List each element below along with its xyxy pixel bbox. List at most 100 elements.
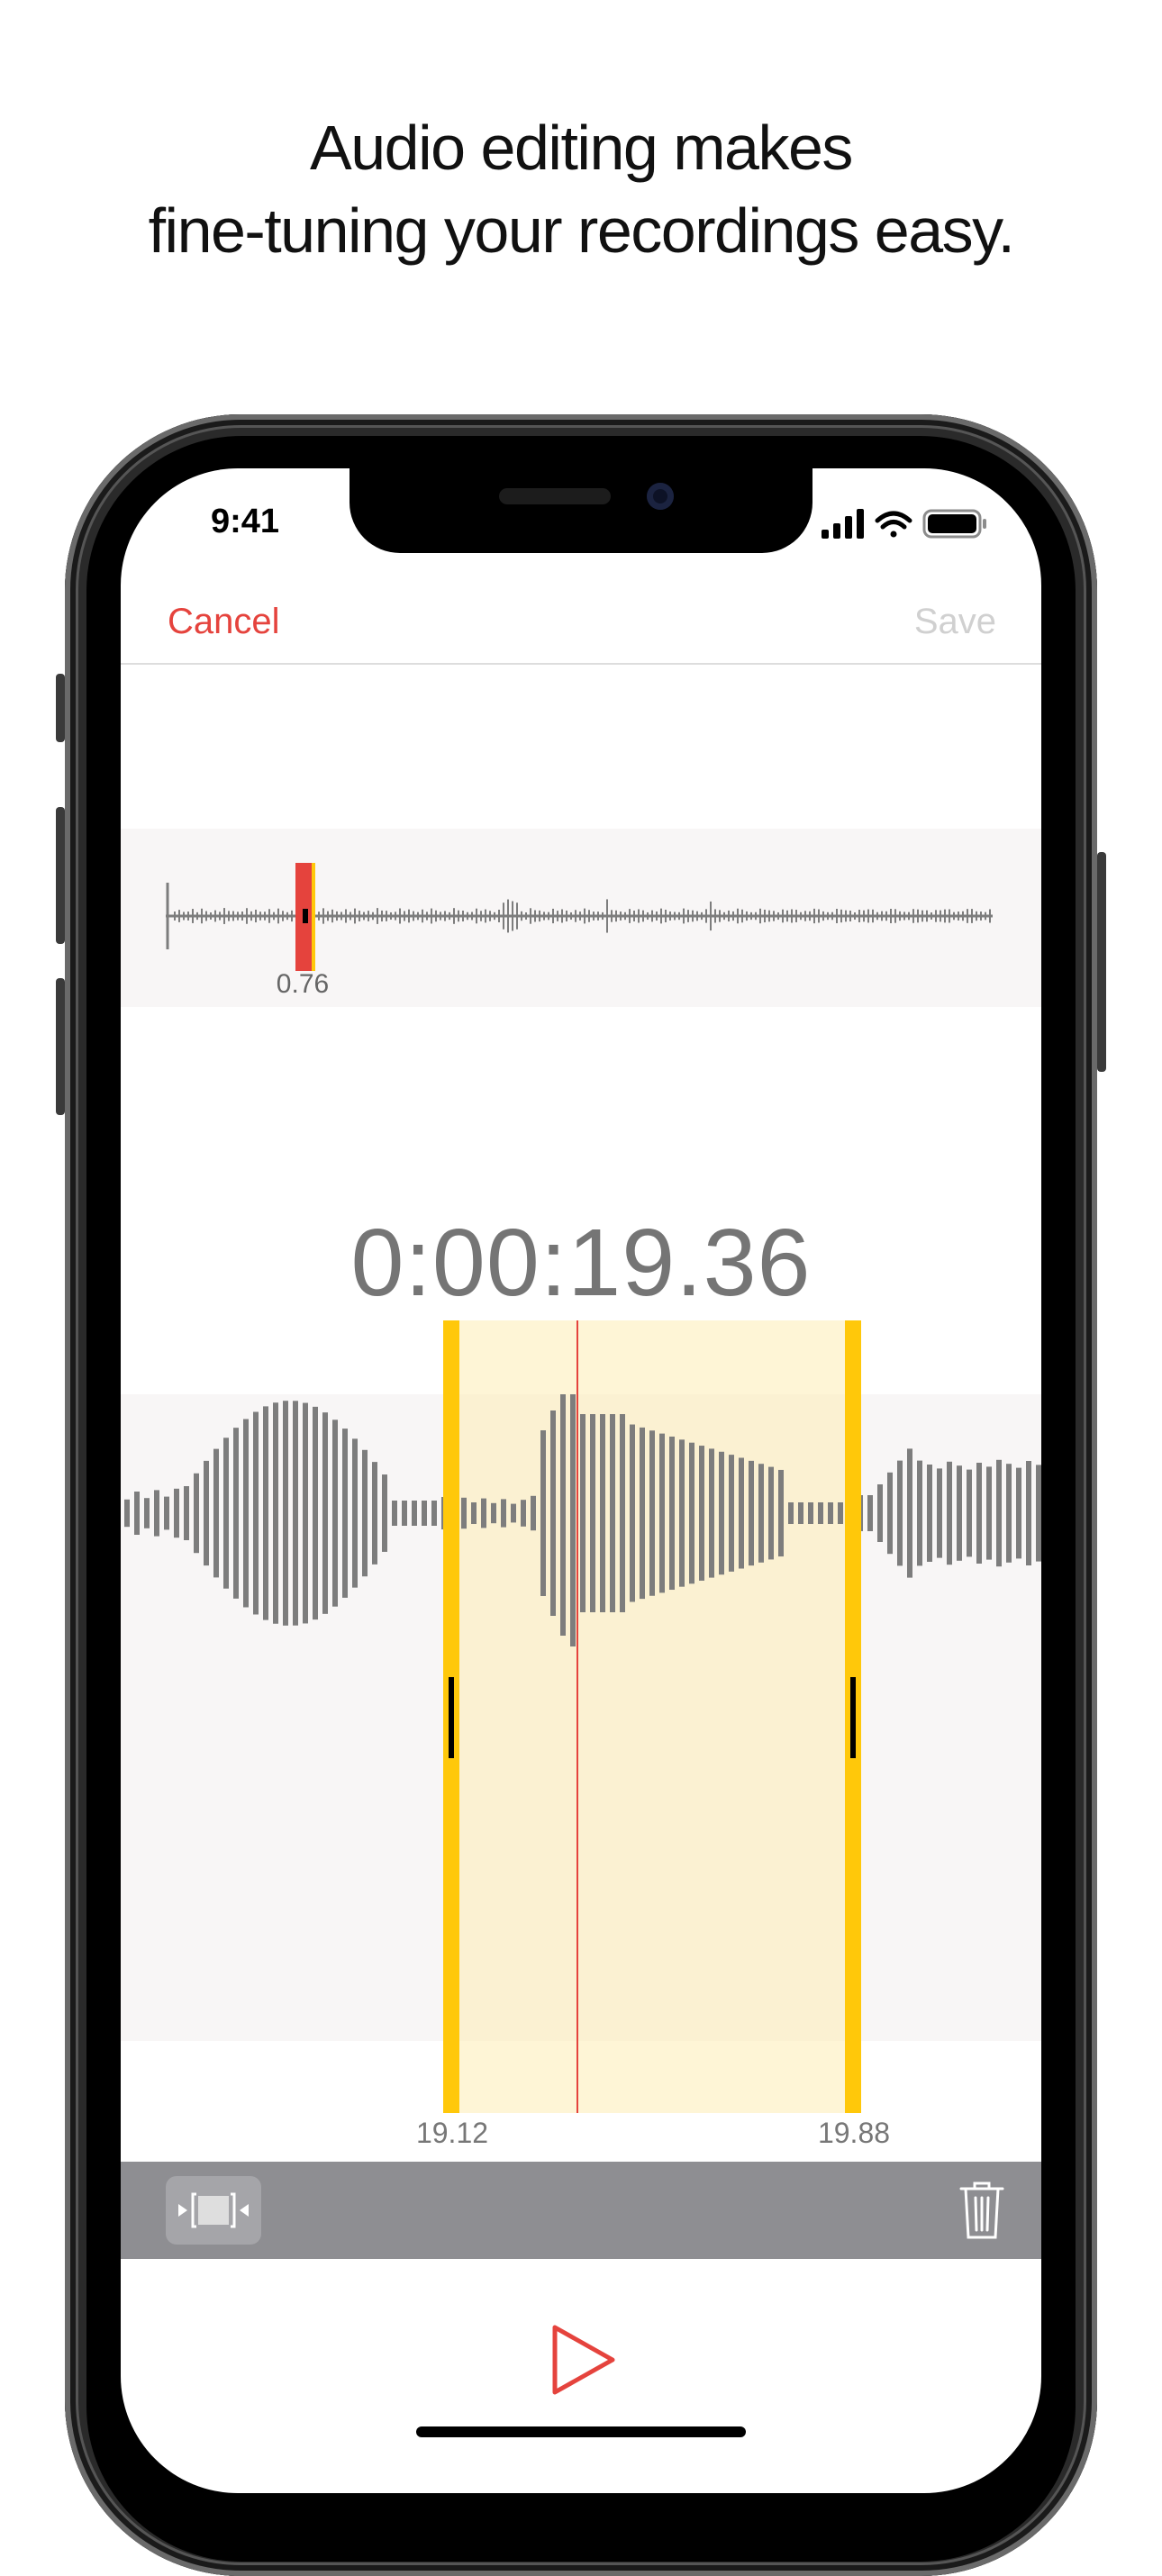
waveform-bar (828, 1502, 833, 1524)
headline-line-1: Audio editing makes (310, 113, 853, 183)
trim-button[interactable] (166, 2176, 261, 2245)
waveform-bar (719, 1451, 724, 1575)
play-icon[interactable] (535, 2315, 625, 2405)
overview-playhead-time: 0.76 (276, 969, 330, 999)
waveform-bar (204, 1460, 209, 1566)
marketing-headline: Audio editing makes fine-tuning your rec… (0, 106, 1162, 272)
waveform-bar (788, 1502, 794, 1524)
waveform-bar (540, 1430, 546, 1596)
waveform-bar (689, 1442, 694, 1584)
waveform-bar (630, 1424, 635, 1602)
waveform-bar (392, 1501, 397, 1526)
end-handle-grip (850, 1677, 856, 1758)
front-camera (647, 483, 674, 510)
waveform-bar (808, 1502, 813, 1524)
waveform-bar (798, 1502, 803, 1524)
waveform-bar (362, 1449, 368, 1577)
phone-screen: 9:41 Cancel Save 0.76 0:00:19.36 19.12 1… (121, 468, 1041, 2493)
waveform-bar (223, 1438, 229, 1589)
waveform-bar (134, 1492, 140, 1535)
status-time: 9:41 (211, 503, 280, 540)
waveform-bar (867, 1495, 873, 1531)
overview-selection-edge (312, 863, 315, 971)
waveform-bar (1036, 1465, 1041, 1562)
selection-end-time: 19.88 (817, 2117, 891, 2149)
waveform-bar (739, 1457, 744, 1569)
waveform-bar (263, 1406, 268, 1620)
waveform-bar (273, 1402, 278, 1624)
status-icons (822, 509, 986, 539)
wifi-icon (875, 511, 912, 538)
waveform-bar (907, 1448, 912, 1578)
detail-waveform[interactable] (121, 1394, 1041, 2041)
waveform-bar (511, 1503, 516, 1523)
mute-switch (56, 674, 65, 742)
waveform-bar (976, 1463, 982, 1564)
trash-icon[interactable] (958, 2180, 1005, 2241)
waveform-bar (897, 1460, 903, 1566)
waveform-bar (986, 1466, 992, 1560)
waveform-bar (610, 1414, 615, 1612)
power-button (1097, 852, 1106, 1072)
waveform-bar (164, 1496, 169, 1530)
editing-toolbar (121, 2162, 1041, 2259)
volume-down-button (56, 978, 65, 1115)
waveform-bar (749, 1460, 754, 1566)
waveform-bar (1006, 1464, 1012, 1563)
waveform-bar (640, 1427, 645, 1600)
waveform-bar (342, 1429, 348, 1598)
waveform-bar (531, 1495, 536, 1531)
waveform-bar (501, 1499, 506, 1528)
waveform-bar (758, 1464, 764, 1563)
waveform-bar (283, 1401, 288, 1626)
waveform-bar (253, 1411, 259, 1615)
overview-waveform[interactable] (121, 829, 1041, 1007)
waveform-bar (600, 1414, 605, 1612)
waveform-bar (560, 1394, 566, 1636)
selection-start-time: 19.12 (415, 2117, 489, 2149)
waveform-bar (352, 1438, 358, 1588)
waveform-bar (422, 1501, 427, 1526)
waveform-bar (213, 1448, 219, 1578)
cellular-signal-icon (822, 509, 864, 539)
waveform-bar (917, 1460, 922, 1566)
cancel-button[interactable]: Cancel (168, 602, 280, 642)
waveform-bar (957, 1465, 962, 1561)
waveform-bar (580, 1414, 586, 1612)
playhead-line[interactable] (576, 1320, 578, 2113)
waveform-bar (620, 1414, 625, 1612)
waveform-bar (768, 1466, 774, 1560)
waveform-bar (313, 1406, 318, 1620)
waveform-bar (154, 1490, 159, 1537)
waveform-bar (570, 1394, 576, 1646)
waveform-bar (481, 1498, 486, 1528)
overview-playhead-grip (303, 909, 308, 923)
waveform-bar (322, 1412, 328, 1614)
speaker-grille (499, 488, 611, 504)
waveform-bar (927, 1465, 932, 1562)
notch (350, 468, 812, 553)
headline-line-2: fine-tuning your recordings easy. (148, 195, 1015, 266)
waveform-bar (184, 1486, 189, 1540)
start-handle-grip (449, 1677, 454, 1758)
waveform-bar (996, 1459, 1002, 1567)
waveform-bar (521, 1500, 526, 1527)
waveform-bar (461, 1497, 467, 1529)
waveform-bar (659, 1433, 665, 1593)
waveform-bar (729, 1455, 734, 1572)
waveform-bar (649, 1430, 655, 1596)
waveform-bar (233, 1428, 239, 1599)
waveform-bar (303, 1402, 308, 1624)
waveform-bar (778, 1469, 784, 1557)
waveform-bar (937, 1468, 942, 1558)
waveform-bar (1026, 1461, 1031, 1565)
waveform-bar (124, 1499, 130, 1528)
battery-icon (922, 509, 986, 539)
waveform-bar (887, 1472, 893, 1555)
waveform-bar (699, 1446, 704, 1581)
waveform-bar (144, 1498, 150, 1528)
waveform-bar (838, 1502, 843, 1524)
waveform-bar (1016, 1467, 1021, 1559)
save-button[interactable]: Save (914, 602, 996, 642)
home-indicator (416, 2426, 746, 2437)
